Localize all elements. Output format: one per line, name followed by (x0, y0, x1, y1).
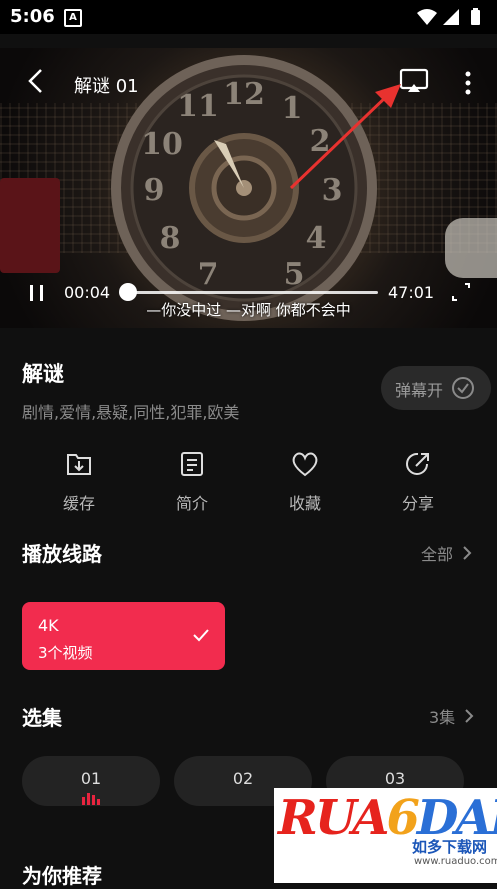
back-arrow-icon[interactable] (22, 66, 52, 96)
check-icon (193, 629, 209, 642)
check-circle-icon (452, 377, 474, 399)
seek-bar[interactable] (128, 291, 378, 294)
genre-tags: 剧情,爱情,悬疑,同性,犯罪,欧美 (22, 403, 240, 422)
lines-all-label: 全部 (421, 545, 454, 564)
cache-button[interactable]: 缓存 (39, 450, 119, 520)
svg-text:9: 9 (144, 173, 165, 208)
svg-text:4: 4 (306, 221, 327, 256)
lines-all-link[interactable]: 全部 (421, 541, 472, 565)
status-icons (415, 8, 485, 30)
svg-text:8: 8 (160, 221, 181, 256)
intro-label: 简介 (175, 494, 208, 513)
annotation-arrow-icon (289, 84, 401, 190)
notification-icon: A (64, 9, 82, 27)
show-title: 解谜 (22, 362, 64, 386)
intro-button[interactable]: 简介 (152, 450, 232, 520)
player-top-bar: 解谜 01 (0, 48, 497, 118)
danmaku-toggle[interactable]: 弹幕开 (381, 366, 491, 410)
share-icon (406, 452, 429, 475)
video-subtitle: —你没中过 —对啊 你都不会中 (146, 301, 351, 319)
danmaku-label: 弹幕开 (395, 381, 444, 400)
player-title: 解谜 01 (74, 76, 139, 97)
watermark-tagline: 如多下载网 (412, 838, 488, 856)
lines-heading: 播放线路 (22, 542, 102, 566)
status-time: 5:06 (10, 6, 55, 27)
wifi-signal-battery-icon (417, 8, 480, 25)
chevron-right-icon (465, 709, 474, 723)
episode-number: 03 (384, 769, 406, 788)
svg-text:10: 10 (141, 127, 183, 162)
chevron-right-icon (463, 546, 472, 560)
favorite-button[interactable]: 收藏 (265, 450, 345, 520)
more-vert-icon[interactable] (458, 68, 478, 98)
status-bar: 5:06 A (0, 0, 497, 34)
quality-label: 4K (38, 616, 59, 635)
document-icon (181, 452, 203, 476)
watermark-logo: RUA6DADO 如多下载网 www.ruaduo.com (274, 788, 497, 883)
quality-card-4k[interactable]: 4K 3个视频 (22, 602, 225, 670)
playing-indicator-icon (82, 793, 100, 805)
episode-number: 02 (232, 769, 254, 788)
episodes-count-link[interactable]: 3集 (429, 704, 474, 728)
share-button[interactable]: 分享 (378, 450, 458, 520)
recommend-heading: 为你推荐 (22, 864, 102, 888)
watermark-url: www.ruaduo.com (414, 856, 497, 867)
episode-number: 01 (80, 769, 102, 788)
quality-count: 3个视频 (38, 644, 93, 662)
episodes-heading: 选集 (22, 706, 62, 730)
cache-label: 缓存 (62, 494, 95, 513)
share-label: 分享 (401, 494, 434, 513)
favorite-label: 收藏 (288, 494, 321, 513)
download-icon (67, 454, 91, 475)
episodes-count: 3集 (429, 708, 456, 727)
heart-icon (292, 452, 318, 477)
